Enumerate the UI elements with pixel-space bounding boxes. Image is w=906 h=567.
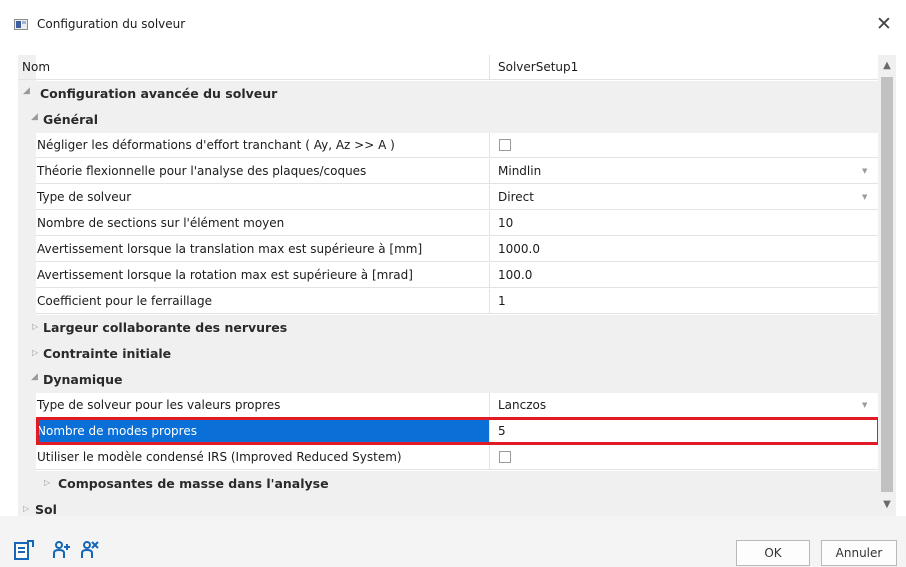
property-label: Nombre de sections sur l'élément moyen	[37, 216, 285, 230]
expand-arrow-icon[interactable]: ▷	[23, 504, 29, 513]
property-label: Type de solveur	[37, 190, 132, 204]
section-general[interactable]: ◢ Général	[18, 107, 878, 133]
property-value: 100.0	[498, 268, 533, 282]
property-label: Négliger les déformations d'effort tranc…	[37, 138, 395, 152]
property-row[interactable]: Type de solveur Direct ▼	[18, 185, 878, 211]
section-largeur[interactable]: ▷ Largeur collaborante des nervures	[18, 315, 878, 341]
section-sol-label: Sol	[35, 502, 57, 516]
section-composantes-label: Composantes de masse dans l'analyse	[58, 476, 329, 491]
plate-theory-dropdown[interactable]: Mindlin ▼	[490, 159, 878, 184]
property-row[interactable]: Théorie flexionnelle pour l'analyse des …	[18, 159, 878, 185]
close-button[interactable]: ✕	[868, 8, 900, 40]
reinforcement-coefficient-field[interactable]: 1	[490, 289, 878, 314]
document-export-icon[interactable]	[14, 540, 34, 560]
property-value: 1000.0	[498, 242, 540, 256]
property-label: Coefficient pour le ferraillage	[37, 294, 212, 308]
property-label: Avertissement lorsque la rotation max es…	[37, 268, 413, 282]
property-value: Direct	[498, 190, 534, 204]
property-row[interactable]: Nombre de sections sur l'élément moyen 1…	[18, 211, 878, 237]
dropdown-arrow-icon[interactable]: ▼	[862, 167, 867, 175]
property-label: Type de solveur pour les valeurs propres	[37, 398, 281, 412]
property-value: 10	[498, 216, 514, 230]
max-rotation-field[interactable]: 100.0	[490, 263, 878, 288]
section-contrainte[interactable]: ▷ Contrainte initiale	[18, 341, 878, 367]
name-row: Nom SolverSetup1	[18, 55, 878, 81]
section-largeur-label: Largeur collaborante des nervures	[43, 320, 288, 335]
section-dynamique[interactable]: ◢ Dynamique	[18, 367, 878, 393]
property-value: Lanczos	[498, 398, 547, 412]
collapse-arrow-icon[interactable]: ◢	[31, 372, 38, 382]
section-contrainte-label: Contrainte initiale	[43, 346, 172, 361]
scroll-thumb[interactable]	[881, 77, 893, 492]
scroll-up-icon[interactable]: ▲	[878, 57, 896, 75]
dropdown-arrow-icon[interactable]: ▼	[862, 401, 867, 409]
property-label: Avertissement lorsque la translation max…	[37, 242, 423, 256]
name-value-cell[interactable]: SolverSetup1	[490, 55, 878, 80]
dropdown-arrow-icon[interactable]: ▼	[862, 193, 867, 201]
section-dynamique-label: Dynamique	[43, 372, 123, 387]
property-row[interactable]: Avertissement lorsque la translation max…	[18, 237, 878, 263]
section-sol[interactable]: ▷ Sol	[18, 497, 878, 516]
collapse-arrow-icon[interactable]: ◢	[31, 112, 38, 122]
name-label: Nom	[22, 60, 51, 74]
property-label: Théorie flexionnelle pour l'analyse des …	[37, 164, 367, 178]
property-value: 1	[498, 294, 506, 308]
name-value: SolverSetup1	[498, 60, 579, 74]
shear-deformation-checkbox[interactable]	[499, 139, 511, 151]
section-composantes[interactable]: ▷ Composantes de masse dans l'analyse	[18, 471, 878, 497]
section-advanced-config[interactable]: ◢ Configuration avancée du solveur	[18, 81, 878, 107]
red-highlight-box	[36, 417, 880, 445]
vertical-scrollbar[interactable]: ▲ ▼	[878, 55, 896, 516]
max-translation-field[interactable]: 1000.0	[490, 237, 878, 262]
expand-arrow-icon[interactable]: ▷	[32, 348, 38, 357]
property-value: Mindlin	[498, 164, 542, 178]
property-row[interactable]: Négliger les déformations d'effort tranc…	[18, 133, 878, 159]
solver-type-dropdown[interactable]: Direct ▼	[490, 185, 878, 210]
property-row[interactable]: Type de solveur pour les valeurs propres…	[18, 393, 878, 419]
collapse-arrow-icon[interactable]: ◢	[23, 86, 30, 96]
dialog-footer: OK Annuler	[0, 516, 906, 567]
title-bar: Configuration du solveur ✕	[0, 0, 906, 48]
ok-button[interactable]: OK	[736, 540, 810, 566]
property-grid: Nom SolverSetup1 ◢ Configuration avancée…	[18, 55, 878, 516]
property-row[interactable]: Avertissement lorsque la rotation max es…	[18, 263, 878, 289]
sections-count-field[interactable]: 10	[490, 211, 878, 236]
property-label: Utiliser le modèle condensé IRS (Improve…	[37, 450, 402, 464]
app-window-icon	[14, 19, 28, 30]
cancel-button[interactable]: Annuler	[821, 540, 897, 566]
eigen-solver-dropdown[interactable]: Lanczos ▼	[490, 393, 878, 418]
user-settings-icon[interactable]	[80, 540, 100, 560]
property-row[interactable]: Utiliser le modèle condensé IRS (Improve…	[18, 445, 878, 471]
add-users-icon[interactable]	[52, 540, 72, 560]
expand-arrow-icon[interactable]: ▷	[44, 478, 50, 487]
property-row[interactable]: Coefficient pour le ferraillage 1	[18, 289, 878, 315]
scroll-down-icon[interactable]: ▼	[878, 496, 896, 514]
section-advanced-label: Configuration avancée du solveur	[40, 86, 278, 101]
section-general-label: Général	[43, 112, 98, 127]
window-title: Configuration du solveur	[37, 17, 186, 31]
irs-model-checkbox[interactable]	[499, 451, 511, 463]
expand-arrow-icon[interactable]: ▷	[32, 322, 38, 331]
